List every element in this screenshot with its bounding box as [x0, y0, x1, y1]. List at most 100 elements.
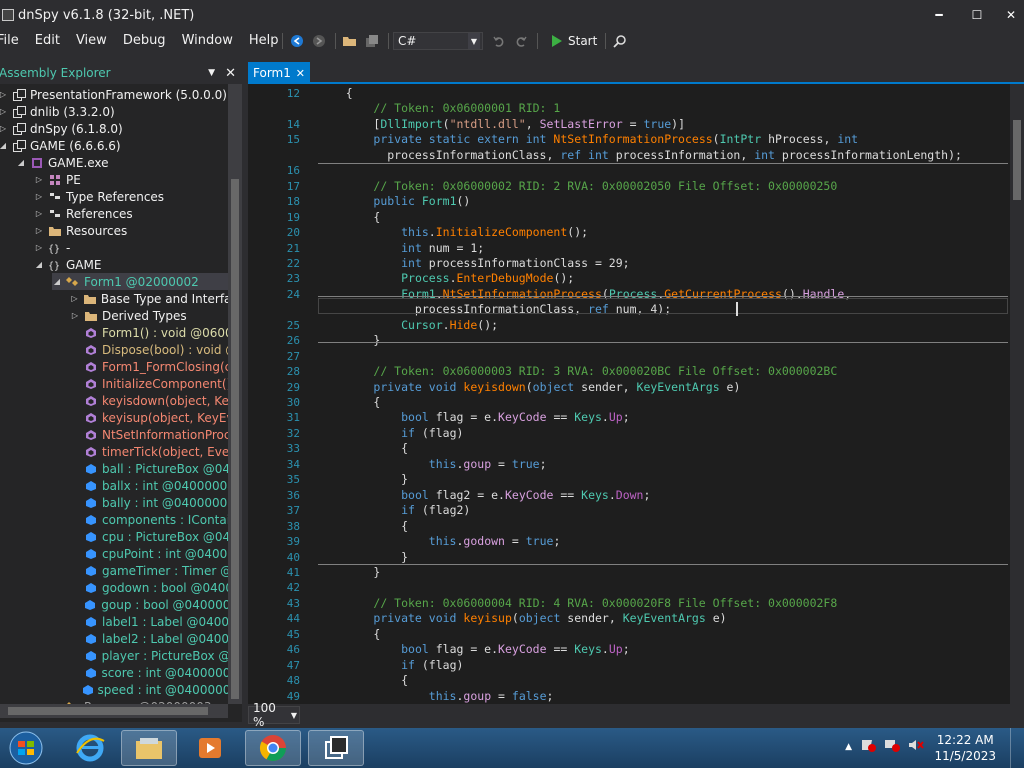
- menu-view[interactable]: View: [68, 30, 115, 52]
- code-line[interactable]: // Token: 0x06000002 RID: 2 RVA: 0x00002…: [318, 178, 837, 194]
- start-button[interactable]: Start: [548, 34, 601, 48]
- code-line[interactable]: bool flag2 = e.KeyCode == Keys.Down;: [318, 487, 650, 503]
- undo-icon[interactable]: [489, 31, 509, 51]
- tree-item[interactable]: bally : int @04000005: [70, 494, 228, 511]
- tree-horizontal-scrollbar[interactable]: [0, 704, 228, 718]
- code-line[interactable]: if (flag): [318, 657, 463, 673]
- tree-item[interactable]: keyisup(object, KeyEv: [70, 409, 228, 426]
- expand-arrow-icon[interactable]: ▷: [34, 243, 44, 252]
- tree-item[interactable]: score : int @04000006: [70, 664, 228, 681]
- tree-item[interactable]: player : PictureBox @0: [70, 647, 228, 664]
- code-line[interactable]: if (flag2): [318, 502, 470, 518]
- code-line[interactable]: // Token: 0x06000003 RID: 3 RVA: 0x00002…: [318, 363, 837, 379]
- expand-arrow-icon[interactable]: ▷: [34, 209, 44, 218]
- code-line[interactable]: processInformationClass, ref int process…: [318, 147, 962, 163]
- expand-arrow-icon[interactable]: ◢: [0, 141, 8, 150]
- tree-item[interactable]: timerTick(object, Ever: [70, 443, 228, 460]
- tree-item[interactable]: speed : int @04000003: [70, 681, 228, 698]
- language-select[interactable]: C# ▼: [393, 32, 483, 50]
- tree-item[interactable]: ballx : int @04000004: [70, 477, 228, 494]
- menu-window[interactable]: Window: [174, 30, 241, 52]
- back-icon[interactable]: [287, 31, 307, 51]
- code-line[interactable]: private void keyisup(object sender, KeyE…: [318, 610, 726, 626]
- code-line[interactable]: this.InitializeComponent();: [318, 224, 588, 240]
- scrollbar-thumb[interactable]: [8, 707, 208, 715]
- expand-arrow-icon[interactable]: ▷: [34, 192, 44, 201]
- tree-item[interactable]: ◢ GAME.exe: [16, 154, 228, 171]
- code-line[interactable]: {: [318, 672, 408, 688]
- tree-item[interactable]: ◢ GAME (6.6.6.6): [0, 137, 228, 154]
- code-line[interactable]: private static extern int NtSetInformati…: [318, 131, 858, 147]
- action-center-icon[interactable]: [860, 738, 876, 755]
- show-hidden-icons-icon[interactable]: ▲: [845, 742, 852, 752]
- code-line[interactable]: {: [318, 440, 408, 456]
- code-line[interactable]: }: [318, 564, 380, 580]
- expand-arrow-icon[interactable]: ◢: [52, 277, 62, 286]
- menu-debug[interactable]: Debug: [115, 30, 174, 52]
- tree-item[interactable]: cpuPoint : int @04000: [70, 545, 228, 562]
- taskbar-explorer[interactable]: [121, 730, 177, 766]
- code-line[interactable]: int num = 1;: [318, 240, 484, 256]
- code-line[interactable]: if (flag): [318, 425, 463, 441]
- taskbar-chrome[interactable]: [245, 730, 301, 766]
- forward-icon[interactable]: [309, 31, 329, 51]
- panel-menu-icon[interactable]: ▼: [208, 68, 215, 78]
- code-line[interactable]: public Form1(): [318, 193, 470, 209]
- expand-arrow-icon[interactable]: ◢: [16, 158, 26, 167]
- network-icon[interactable]: [884, 738, 900, 755]
- start-orb-button[interactable]: [2, 730, 50, 766]
- tree-item[interactable]: keyisdown(object, Key: [70, 392, 228, 409]
- tree-item[interactable]: godown : bool @0400: [70, 579, 228, 596]
- scrollbar-thumb[interactable]: [1013, 120, 1021, 200]
- code-line[interactable]: int processInformationClass = 29;: [318, 255, 630, 271]
- tree-item[interactable]: components : IContai: [70, 511, 228, 528]
- tree-item[interactable]: ▷ PresentationFramework (5.0.0.0): [0, 86, 228, 103]
- code-line[interactable]: }: [318, 549, 408, 565]
- expand-arrow-icon[interactable]: ▷: [34, 226, 44, 235]
- zoom-select[interactable]: 100 % ▼: [248, 701, 300, 729]
- code-line[interactable]: this.goup = false;: [318, 688, 554, 704]
- tree-item[interactable]: ▷ Base Type and Interfac: [70, 290, 228, 307]
- expand-arrow-icon[interactable]: ▷: [34, 175, 44, 184]
- expand-arrow-icon[interactable]: ▷: [70, 311, 80, 320]
- code-line[interactable]: Process.EnterDebugMode();: [318, 270, 574, 286]
- code-line[interactable]: [DllImport("ntdll.dll", SetLastError = t…: [318, 116, 685, 132]
- minimize-button[interactable]: ━: [922, 0, 956, 30]
- tree-item[interactable]: ▷ Type References: [34, 188, 228, 205]
- taskbar-media-player[interactable]: [182, 730, 238, 766]
- code-line[interactable]: }: [318, 332, 380, 348]
- tree-item[interactable]: ◢ {} GAME: [34, 256, 228, 273]
- tree-item[interactable]: ▷ PE: [34, 171, 228, 188]
- tree-item[interactable]: goup : bool @0400000: [70, 596, 228, 613]
- code-line[interactable]: }: [318, 471, 408, 487]
- code-line[interactable]: bool flag = e.KeyCode == Keys.Up;: [318, 641, 630, 657]
- expand-arrow-icon[interactable]: ▷: [0, 124, 8, 133]
- taskbar-internet-explorer[interactable]: [62, 730, 118, 766]
- tree-item[interactable]: gameTimer : Timer @: [70, 562, 228, 579]
- tree-item[interactable]: label1 : Label @04000: [70, 613, 228, 630]
- tree-item[interactable]: ▷ References: [34, 205, 228, 222]
- tree-item[interactable]: ball : PictureBox @040: [70, 460, 228, 477]
- panel-close-icon[interactable]: ✕: [225, 66, 236, 81]
- scrollbar-thumb[interactable]: [231, 179, 239, 699]
- code-line[interactable]: // Token: 0x06000001 RID: 1: [318, 100, 560, 116]
- tab-form1[interactable]: Form1 ✕: [248, 62, 310, 84]
- open-folder-icon[interactable]: [340, 31, 360, 51]
- close-button[interactable]: ✕: [994, 0, 1024, 30]
- code-line[interactable]: {: [318, 518, 408, 534]
- tree-item[interactable]: ▷ dnlib (3.3.2.0): [0, 103, 228, 120]
- code-line[interactable]: {: [318, 85, 353, 101]
- tab-close-icon[interactable]: ✕: [296, 67, 305, 80]
- maximize-button[interactable]: ☐: [960, 0, 994, 30]
- menu-file[interactable]: File: [0, 30, 27, 52]
- tree-item[interactable]: ▷ {} -: [34, 239, 228, 256]
- redo-icon[interactable]: [511, 31, 531, 51]
- taskbar-dnspy[interactable]: [308, 730, 364, 766]
- assembly-tree[interactable]: ▷ PresentationFramework (5.0.0.0) ▷ dnlib (…: [0, 84, 228, 704]
- expand-arrow-icon[interactable]: ▷: [0, 107, 8, 116]
- code-line[interactable]: private void keyisdown(object sender, Ke…: [318, 379, 740, 395]
- editor-vertical-scrollbar[interactable]: [1010, 84, 1024, 704]
- volume-icon[interactable]: [908, 738, 924, 755]
- menu-edit[interactable]: Edit: [27, 30, 68, 52]
- taskbar-clock[interactable]: 12:22 AM 11/5/2023: [934, 732, 996, 764]
